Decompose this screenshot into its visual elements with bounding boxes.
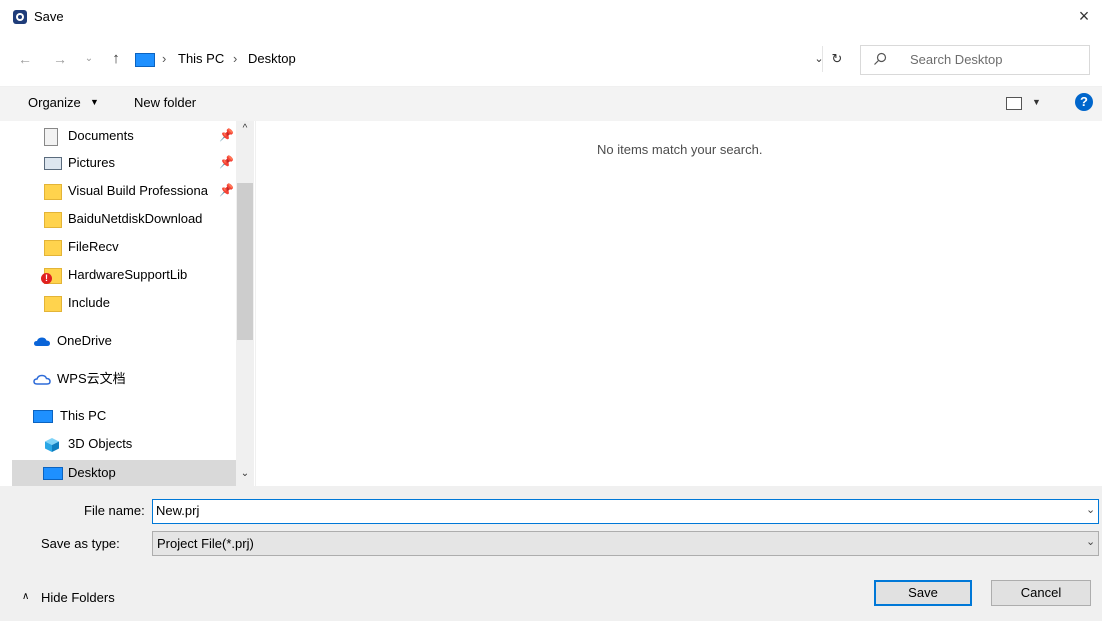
forward-arrow-icon[interactable]: → — [49, 49, 71, 69]
onedrive-icon — [33, 333, 50, 349]
app-icon — [12, 9, 28, 25]
save-as-type-value[interactable]: Project File(*.prj) — [157, 536, 254, 551]
new-folder-button[interactable]: New folder — [134, 95, 196, 110]
nav-item-label: Visual Build Professiona — [68, 183, 208, 198]
desktop-icon — [43, 467, 63, 480]
folder-icon — [44, 212, 62, 228]
window-title: Save — [34, 9, 64, 24]
file-name-label: File name: — [84, 503, 145, 518]
folder-icon — [44, 184, 62, 200]
back-arrow-icon[interactable]: ← — [14, 49, 36, 69]
nav-item-label: Include — [68, 295, 110, 310]
view-options-dropdown-icon[interactable]: ▼ — [1032, 97, 1041, 107]
pin-icon: 📌 — [219, 128, 234, 142]
this-pc-icon — [33, 410, 53, 423]
nav-item-label: 3D Objects — [68, 436, 133, 451]
nav-item-label: Documents — [68, 128, 134, 143]
recent-locations-chevron-icon[interactable]: ⌄ — [83, 49, 95, 69]
empty-results-message: No items match your search. — [597, 142, 763, 157]
file-name-input[interactable] — [156, 501, 1056, 520]
chevron-up-icon[interactable]: ∧ — [22, 591, 29, 602]
nav-item-label: WPS云文档 — [57, 371, 126, 386]
refresh-icon[interactable]: ↻ — [822, 46, 851, 72]
pin-icon: 📌 — [219, 155, 234, 169]
pin-icon: 📌 — [219, 183, 234, 197]
nav-item-label: OneDrive — [57, 333, 112, 348]
pictures-icon — [44, 157, 62, 170]
cancel-button[interactable]: Cancel — [991, 580, 1091, 606]
scroll-up-icon[interactable]: ^ — [236, 123, 254, 134]
scroll-down-icon[interactable]: ⌄ — [236, 468, 254, 479]
up-arrow-icon[interactable]: ↑ — [105, 49, 127, 69]
organize-button[interactable]: Organize — [28, 95, 81, 110]
save-as-type-select[interactable] — [152, 531, 1099, 556]
file-name-dropdown-icon[interactable]: ⌄ — [1086, 503, 1095, 516]
hide-folders-button[interactable]: Hide Folders — [41, 590, 115, 605]
nav-item-label: Pictures — [68, 155, 115, 170]
breadcrumb-desktop[interactable]: Desktop — [248, 51, 296, 66]
3d-objects-icon — [44, 436, 60, 452]
breadcrumb-separator[interactable]: › — [162, 51, 166, 66]
nav-scrollbar-thumb[interactable] — [237, 183, 253, 340]
folder-icon — [44, 296, 62, 312]
folder-icon — [44, 240, 62, 256]
nav-item-label: FileRecv — [68, 239, 119, 254]
breadcrumb-this-pc[interactable]: This PC — [178, 51, 224, 66]
help-icon[interactable]: ? — [1075, 93, 1093, 111]
nav-item-label: HardwareSupportLib — [68, 267, 188, 282]
save-button[interactable]: Save — [874, 580, 972, 606]
this-pc-icon — [135, 53, 155, 67]
nav-item-label: This PC — [60, 408, 107, 423]
wps-cloud-icon — [33, 371, 51, 387]
nav-item-label: Desktop — [68, 465, 116, 480]
title-bar — [0, 0, 1102, 34]
error-badge-icon: ! — [41, 273, 52, 284]
breadcrumb-separator[interactable]: › — [233, 51, 237, 66]
save-as-type-label: Save as type: — [41, 536, 120, 551]
nav-item-label: BaiduNetdiskDownload — [68, 211, 203, 226]
search-icon — [873, 52, 887, 66]
search-input[interactable] — [898, 46, 1095, 72]
close-icon[interactable]: × — [1072, 4, 1096, 28]
save-as-type-dropdown-icon[interactable]: ⌄ — [1086, 535, 1095, 548]
documents-icon — [44, 128, 58, 146]
change-view-icon[interactable] — [1006, 97, 1022, 110]
organize-dropdown-icon[interactable]: ▼ — [90, 97, 99, 107]
